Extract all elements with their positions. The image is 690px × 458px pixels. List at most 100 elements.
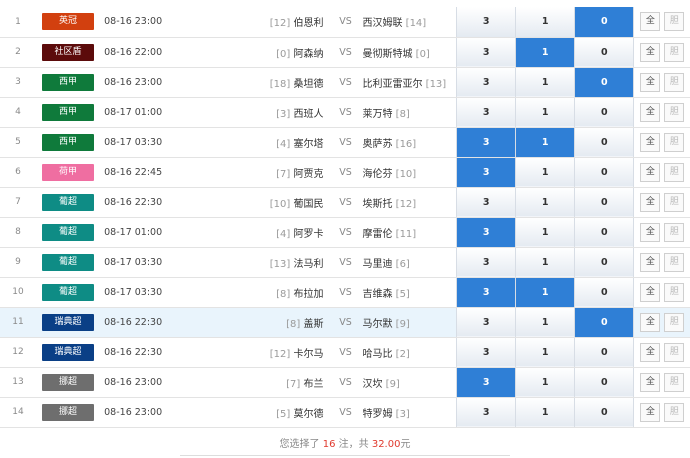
select-all-button[interactable]: 全 [640, 102, 661, 122]
option-lose[interactable]: 0 [574, 397, 635, 428]
home-team-name[interactable]: 布兰 [303, 379, 323, 390]
option-draw[interactable]: 1 [515, 67, 575, 98]
option-win[interactable]: 3 [456, 337, 516, 368]
banker-button[interactable]: 胆 [664, 282, 685, 302]
option-win[interactable]: 3 [456, 307, 516, 338]
away-team-name[interactable]: 马尔默 [362, 319, 392, 330]
home-team-name[interactable]: 阿罗卡 [293, 229, 323, 240]
league-badge[interactable]: 挪超 [42, 373, 95, 391]
option-win[interactable]: 3 [456, 7, 516, 38]
away-team-name[interactable]: 曼彻斯特城 [362, 49, 412, 60]
league-badge[interactable]: 瑞典超 [42, 343, 95, 361]
option-win[interactable]: 3 [456, 157, 516, 188]
banker-button[interactable]: 胆 [664, 342, 685, 362]
option-lose[interactable]: 0 [574, 337, 635, 368]
banker-button[interactable]: 胆 [664, 12, 685, 32]
home-team-name[interactable]: 桑坦德 [293, 79, 323, 90]
option-lose[interactable]: 0 [574, 277, 635, 308]
select-all-button[interactable]: 全 [640, 12, 661, 32]
league-badge[interactable]: 葡超 [42, 283, 95, 301]
select-all-button[interactable]: 全 [640, 282, 661, 302]
option-draw[interactable]: 1 [515, 7, 575, 38]
banker-button[interactable]: 胆 [664, 162, 685, 182]
banker-button[interactable]: 胆 [664, 42, 685, 62]
home-team-name[interactable]: 西班人 [293, 109, 323, 120]
banker-button[interactable]: 胆 [664, 312, 685, 332]
banker-button[interactable]: 胆 [664, 222, 685, 242]
away-team-name[interactable]: 哈马比 [362, 349, 392, 360]
option-win[interactable]: 3 [456, 247, 516, 278]
banker-button[interactable]: 胆 [664, 132, 685, 152]
option-lose[interactable]: 0 [574, 97, 635, 128]
league-badge[interactable]: 西甲 [42, 73, 95, 91]
option-lose[interactable]: 0 [574, 37, 635, 68]
banker-button[interactable]: 胆 [664, 102, 685, 122]
away-team-name[interactable]: 奥萨苏 [362, 139, 392, 150]
home-team-name[interactable]: 卡尔马 [293, 349, 323, 360]
away-team-name[interactable]: 西汉姆联 [362, 18, 402, 29]
option-win[interactable]: 3 [456, 397, 516, 428]
select-all-button[interactable]: 全 [640, 222, 661, 242]
option-draw[interactable]: 1 [515, 397, 575, 428]
home-team-name[interactable]: 莫尔德 [293, 409, 323, 420]
option-win[interactable]: 3 [456, 37, 516, 68]
league-badge[interactable]: 英冠 [42, 13, 95, 31]
option-lose[interactable]: 0 [574, 7, 635, 38]
option-lose[interactable]: 0 [574, 307, 635, 338]
option-draw[interactable]: 1 [515, 337, 575, 368]
option-lose[interactable]: 0 [574, 127, 635, 158]
league-badge[interactable]: 瑞典超 [42, 313, 95, 331]
option-lose[interactable]: 0 [574, 217, 635, 248]
league-badge[interactable]: 荷甲 [42, 163, 95, 181]
away-team-name[interactable]: 莱万特 [362, 109, 392, 120]
away-team-name[interactable]: 特罗姆 [362, 409, 392, 420]
option-draw[interactable]: 1 [515, 37, 575, 68]
option-lose[interactable]: 0 [574, 187, 635, 218]
league-badge[interactable]: 西甲 [42, 133, 95, 151]
away-team-name[interactable]: 吉维森 [362, 289, 392, 300]
select-all-button[interactable]: 全 [640, 162, 661, 182]
option-draw[interactable]: 1 [515, 157, 575, 188]
away-team-name[interactable]: 海伦芬 [362, 169, 392, 180]
option-win[interactable]: 3 [456, 217, 516, 248]
option-win[interactable]: 3 [456, 367, 516, 398]
option-draw[interactable]: 1 [515, 277, 575, 308]
home-team-name[interactable]: 阿森纳 [293, 49, 323, 60]
option-lose[interactable]: 0 [574, 67, 635, 98]
banker-button[interactable]: 胆 [664, 372, 685, 392]
away-team-name[interactable]: 汉坎 [362, 379, 382, 390]
league-badge[interactable]: 葡超 [42, 193, 95, 211]
option-win[interactable]: 3 [456, 127, 516, 158]
option-win[interactable]: 3 [456, 277, 516, 308]
select-all-button[interactable]: 全 [640, 402, 661, 422]
option-draw[interactable]: 1 [515, 217, 575, 248]
select-all-button[interactable]: 全 [640, 342, 661, 362]
home-team-name[interactable]: 塞尔塔 [293, 139, 323, 150]
home-team-name[interactable]: 盖斯 [303, 319, 323, 330]
option-lose[interactable]: 0 [574, 367, 635, 398]
banker-button[interactable]: 胆 [664, 192, 685, 212]
banker-button[interactable]: 胆 [664, 72, 685, 92]
option-win[interactable]: 3 [456, 67, 516, 98]
home-team-name[interactable]: 阿贾克 [293, 169, 323, 180]
select-all-button[interactable]: 全 [640, 42, 661, 62]
home-team-name[interactable]: 法马利 [293, 259, 323, 270]
option-draw[interactable]: 1 [515, 127, 575, 158]
league-badge[interactable]: 西甲 [42, 103, 95, 121]
away-team-name[interactable]: 马里迪 [362, 259, 392, 270]
select-all-button[interactable]: 全 [640, 372, 661, 392]
league-badge[interactable]: 社区盾 [42, 43, 95, 61]
league-badge[interactable]: 葡超 [42, 253, 95, 271]
option-draw[interactable]: 1 [515, 97, 575, 128]
option-draw[interactable]: 1 [515, 367, 575, 398]
option-draw[interactable]: 1 [515, 187, 575, 218]
select-all-button[interactable]: 全 [640, 72, 661, 92]
banker-button[interactable]: 胆 [664, 402, 685, 422]
home-team-name[interactable]: 葡国民 [293, 199, 323, 210]
option-draw[interactable]: 1 [515, 307, 575, 338]
league-badge[interactable]: 挪超 [42, 403, 95, 421]
option-lose[interactable]: 0 [574, 157, 635, 188]
option-win[interactable]: 3 [456, 97, 516, 128]
option-win[interactable]: 3 [456, 187, 516, 218]
option-draw[interactable]: 1 [515, 247, 575, 278]
